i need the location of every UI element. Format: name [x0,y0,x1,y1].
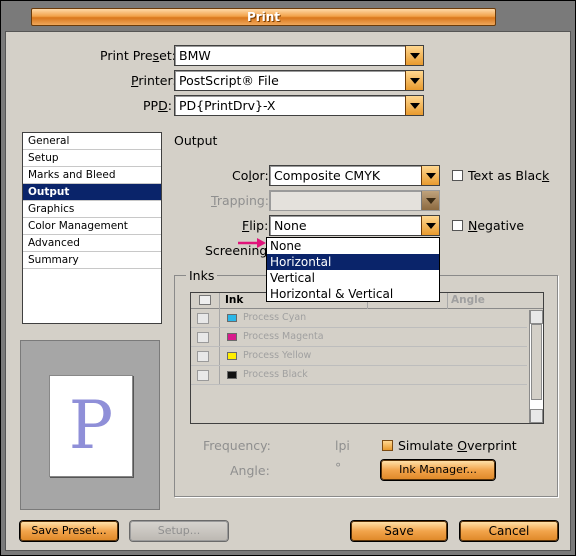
save-button[interactable]: Save [351,521,447,541]
category-item[interactable]: Advanced [23,235,161,252]
chevron-down-icon[interactable] [421,166,439,185]
flip-option[interactable]: Horizontal & Vertical [267,286,439,302]
printer-icon[interactable] [197,313,209,324]
annotation-arrow-icon [238,238,266,248]
trapping-select [269,190,440,211]
category-item[interactable]: Summary [23,252,161,269]
frequency-label: Frequency: [203,438,271,453]
ink-row[interactable]: Process Yellow [191,348,527,366]
simulate-overprint-checkbox[interactable] [382,440,393,451]
ink-name: Process Yellow [243,350,312,361]
negative-label: Negative [468,218,525,233]
section-title: Output [174,133,218,148]
ink-name: Process Black [243,369,308,380]
print-dialog: Print Print Preset: BMW Printer: PostScr… [0,0,576,556]
chevron-down-icon[interactable] [421,216,439,235]
ink-column-header[interactable]: Ink [225,294,243,306]
print-preset-value: BMW [179,48,211,63]
angle-label: Angle: [230,463,270,478]
chevron-down-icon[interactable] [405,46,423,65]
save-preset-button[interactable]: Save Preset... [20,521,118,541]
flip-option[interactable]: Vertical [267,270,439,286]
cancel-button[interactable]: Cancel [460,521,558,541]
text-as-black-label: Text as Black [468,168,550,183]
chevron-down-icon[interactable] [405,96,423,115]
preview-letter: P [68,387,114,464]
printer-icon[interactable] [197,370,209,381]
flip-select[interactable]: None [269,215,440,236]
category-item[interactable]: Color Management [23,218,161,235]
ink-name: Process Cyan [243,312,307,323]
negative-checkbox[interactable] [452,220,463,231]
category-item[interactable]: Output [23,184,161,201]
text-as-black-checkbox[interactable] [452,170,463,181]
printer-label: Printer: [131,73,177,88]
preview-page: P [49,375,133,477]
scroll-down-icon[interactable] [530,409,543,423]
ink-swatch [227,314,237,322]
ink-swatch [227,371,237,379]
scroll-thumb[interactable] [531,324,542,400]
print-preset-label: Print Preset: [100,48,176,63]
flip-value: None [274,218,307,233]
category-item[interactable]: Graphics [23,201,161,218]
color-select[interactable]: Composite CMYK [269,165,440,186]
ink-row[interactable]: Process Black [191,367,527,385]
ink-row[interactable]: Process Cyan [191,310,527,328]
printer-icon [199,295,211,305]
chevron-down-icon[interactable] [405,71,423,90]
inks-title: Inks [186,268,218,283]
printer-value: PostScript® File [179,73,279,88]
trapping-label: Trapping: [211,193,270,208]
inks-scrollbar[interactable] [529,310,543,423]
print-preset-select[interactable]: BMW [174,45,424,66]
inks-table[interactable]: Ink Angle Process Cyan Process Magenta Pro… [190,292,544,424]
angle-column-header[interactable]: Angle [451,294,485,306]
ink-swatch [227,352,237,360]
ink-name: Process Magenta [243,331,324,342]
flip-option[interactable]: Horizontal [267,254,439,270]
ink-row[interactable]: Process Magenta [191,329,527,347]
page-preview: P [20,340,160,510]
window-title: Print [31,8,496,26]
flip-label: Flip: [242,218,269,233]
ppd-select[interactable]: PD{PrintDrv}-X [174,95,424,116]
flip-dropdown-menu[interactable]: None Horizontal Vertical Horizontal & Verti… [266,237,440,302]
setup-button: Setup... [130,521,228,541]
printer-icon[interactable] [197,351,209,362]
ppd-value: PD{PrintDrv}-X [179,98,276,113]
category-list[interactable]: General Setup Marks and Bleed Output Graphic… [22,132,162,324]
chevron-down-icon [421,191,439,210]
category-item[interactable]: Setup [23,150,161,167]
category-item[interactable]: General [23,133,161,150]
flip-option[interactable]: None [267,238,439,254]
color-value: Composite CMYK [274,168,381,183]
simulate-overprint-label: Simulate Overprint [398,438,517,453]
printer-select[interactable]: PostScript® File [174,70,424,91]
ink-manager-button[interactable]: Ink Manager... [381,460,495,480]
category-item[interactable]: Marks and Bleed [23,167,161,184]
ink-swatch [227,333,237,341]
angle-unit: ° [335,460,342,475]
scroll-up-icon[interactable] [530,310,543,324]
ppd-label: PPD: [143,98,172,113]
printer-icon[interactable] [197,332,209,343]
color-label: Color: [232,168,269,183]
frequency-unit: lpi [335,438,350,453]
